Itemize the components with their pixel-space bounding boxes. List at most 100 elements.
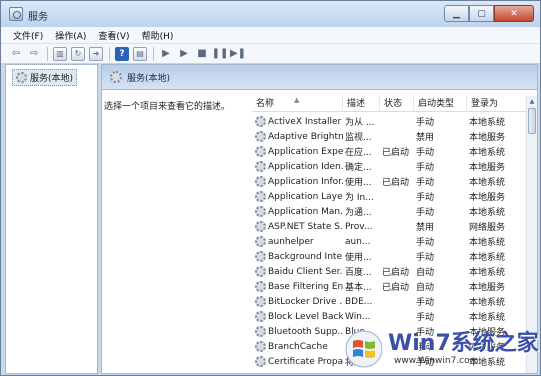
service-name: Application Infor... xyxy=(268,176,343,187)
table-row[interactable]: Application Infor... 使用... 已启动 手动 本地系统 xyxy=(252,174,526,189)
properties-icon[interactable]: ▤ xyxy=(133,46,147,61)
service-description: 确定... xyxy=(345,163,372,173)
service-name-cell: Application Laye... xyxy=(252,191,343,202)
scroll-thumb[interactable] xyxy=(528,108,536,134)
pause-service-icon[interactable]: ❚❚ xyxy=(212,47,229,61)
main-pane-title: 服务(本地) xyxy=(127,73,171,84)
menu-help[interactable]: 帮助(H) xyxy=(142,29,174,42)
table-row[interactable]: BitLocker Drive ... BDE... 手动 本地系统 xyxy=(252,294,526,309)
table-row[interactable]: Baidu Client Ser... 百度... 已启动 自动 本地系统 xyxy=(252,264,526,279)
gear-icon xyxy=(255,176,266,187)
service-name: Certificate Propa... xyxy=(268,356,343,367)
service-startup-type: 手动 xyxy=(416,253,435,263)
table-row[interactable]: ActiveX Installer ...为从 ... 手动 本地系统 xyxy=(252,114,526,129)
service-name-cell: Application Man... xyxy=(252,206,343,217)
service-name: Base Filtering En... xyxy=(268,281,343,292)
services-window: 服务 ▁ ▢ ✕ 文件(F) 操作(A) 查看(V) 帮助(H) ⇦ ⇨ ▥ ↻… xyxy=(0,0,541,376)
service-description: 使用... xyxy=(345,253,372,263)
table-row[interactable]: Background Inte... 使用... 手动 本地系统 xyxy=(252,249,526,264)
service-name-cell: Application Infor... xyxy=(252,176,343,187)
service-startup-type: 手动 xyxy=(416,178,435,188)
table-row[interactable]: aunhelper aun... 手动 本地系统 xyxy=(252,234,526,249)
table-row[interactable]: Block Level Back...Win... 手动 本地系统 xyxy=(252,309,526,324)
menu-file[interactable]: 文件(F) xyxy=(13,29,43,42)
gear-icon xyxy=(255,191,266,202)
menu-view[interactable]: 查看(V) xyxy=(98,29,129,42)
restart-service-icon[interactable]: ▶❚ xyxy=(230,47,246,61)
minimize-button[interactable]: ▁ xyxy=(444,5,469,22)
service-name-cell: Application Expe... xyxy=(252,146,343,157)
service-status: 已启动 xyxy=(382,283,410,293)
service-startup-type: 自动 xyxy=(416,283,435,293)
table-row[interactable]: Adaptive Brightn...监视... 禁用 本地服务 xyxy=(252,129,526,144)
service-description: BDE... xyxy=(345,296,373,307)
forward-arrow-icon[interactable]: ⇨ xyxy=(27,47,41,61)
gear-icon xyxy=(255,311,266,322)
service-log-on-as: 本地系统 xyxy=(469,208,506,218)
column-header-log-on-as[interactable]: 登录为 xyxy=(467,96,526,112)
maximize-icon: ▢ xyxy=(477,8,486,19)
maximize-button[interactable]: ▢ xyxy=(469,5,494,22)
table-row[interactable]: Application Iden... 确定... 手动 本地服务 xyxy=(252,159,526,174)
tree-item-services-local[interactable]: 服务(本地) xyxy=(12,69,78,86)
service-startup-type: 手动 xyxy=(416,148,435,158)
service-name-cell: ActiveX Installer ... xyxy=(252,116,343,127)
description-panel: 选择一个项目来查看它的描述。 xyxy=(102,90,252,373)
menu-bar: 文件(F) 操作(A) 查看(V) 帮助(H) xyxy=(1,27,540,44)
service-status: 已启动 xyxy=(382,268,410,278)
service-name: Background Inte... xyxy=(268,251,343,262)
service-name-cell: Base Filtering En... xyxy=(252,281,343,292)
column-header-label: 启动类型 xyxy=(418,98,455,109)
column-header-label: 描述 xyxy=(347,98,366,109)
close-button[interactable]: ✕ xyxy=(494,5,534,22)
service-name-cell: Background Inte... xyxy=(252,251,343,262)
table-row[interactable]: Application Expe...在应... 已启动手动 本地系统 xyxy=(252,144,526,159)
service-startup-type: 手动 xyxy=(416,313,435,323)
export-list-icon[interactable]: ➜ xyxy=(89,46,103,61)
table-row[interactable]: Base Filtering En...基本... 已启动自动 本地服务 xyxy=(252,279,526,294)
services-app-icon xyxy=(9,7,23,21)
site-watermark: Win7系统之家 www.Winwin7.com xyxy=(344,323,540,373)
gear-icon xyxy=(255,206,266,217)
column-header-description[interactable]: 描述 xyxy=(343,95,380,112)
menu-action[interactable]: 操作(A) xyxy=(55,29,86,42)
service-name: aunhelper xyxy=(268,236,314,247)
service-name: BranchCache xyxy=(268,341,328,352)
title-bar[interactable]: 服务 ▁ ▢ ✕ xyxy=(1,1,540,27)
gear-icon xyxy=(255,296,266,307)
column-header-name[interactable]: ▲ 名称 xyxy=(252,95,343,112)
start-service-alt-icon[interactable]: ▶ xyxy=(177,47,191,61)
service-startup-type: 手动 xyxy=(416,163,435,173)
help-icon[interactable]: ? xyxy=(115,46,129,61)
service-log-on-as: 本地系统 xyxy=(469,238,506,248)
minimize-icon: ▁ xyxy=(453,8,460,19)
show-hide-tree-icon[interactable]: ▥ xyxy=(53,46,67,61)
service-name: Block Level Back... xyxy=(268,311,343,322)
service-name-cell: BranchCache xyxy=(252,341,343,352)
table-row[interactable]: Application Laye... 为 In... 手动 本地服务 xyxy=(252,189,526,204)
start-service-icon[interactable]: ▶ xyxy=(159,47,173,61)
service-name-cell: Certificate Propa... xyxy=(252,356,343,367)
column-header-label: 名称 xyxy=(256,98,275,109)
service-description: aun... xyxy=(345,236,371,247)
list-header: ▲ 名称 描述 状态 启动类型 登录为 xyxy=(252,95,537,112)
service-name-cell: Baidu Client Ser... xyxy=(252,266,343,277)
scroll-up-icon[interactable]: ▲ xyxy=(527,96,537,107)
service-description: 为 In... xyxy=(345,193,374,203)
service-startup-type: 自动 xyxy=(416,268,435,278)
service-log-on-as: 本地系统 xyxy=(469,268,506,278)
service-name-cell: BitLocker Drive ... xyxy=(252,296,343,307)
service-name-cell: Adaptive Brightn... xyxy=(252,131,343,142)
service-description: Prov... xyxy=(345,221,373,232)
stop-service-icon[interactable]: ■ xyxy=(195,47,209,61)
table-row[interactable]: ASP.NET State S... Prov... 禁用 网络服务 xyxy=(252,219,526,234)
column-header-status[interactable]: 状态 xyxy=(380,95,414,112)
service-startup-type: 手动 xyxy=(416,118,435,128)
column-header-startup-type[interactable]: 启动类型 xyxy=(414,95,467,112)
refresh-icon[interactable]: ↻ xyxy=(71,46,85,61)
table-row[interactable]: Application Man... 为通... 手动 本地系统 xyxy=(252,204,526,219)
gear-icon xyxy=(255,116,266,127)
back-arrow-icon[interactable]: ⇦ xyxy=(9,47,23,61)
toolbar-separator xyxy=(153,46,154,61)
service-description: 使用... xyxy=(345,178,372,188)
